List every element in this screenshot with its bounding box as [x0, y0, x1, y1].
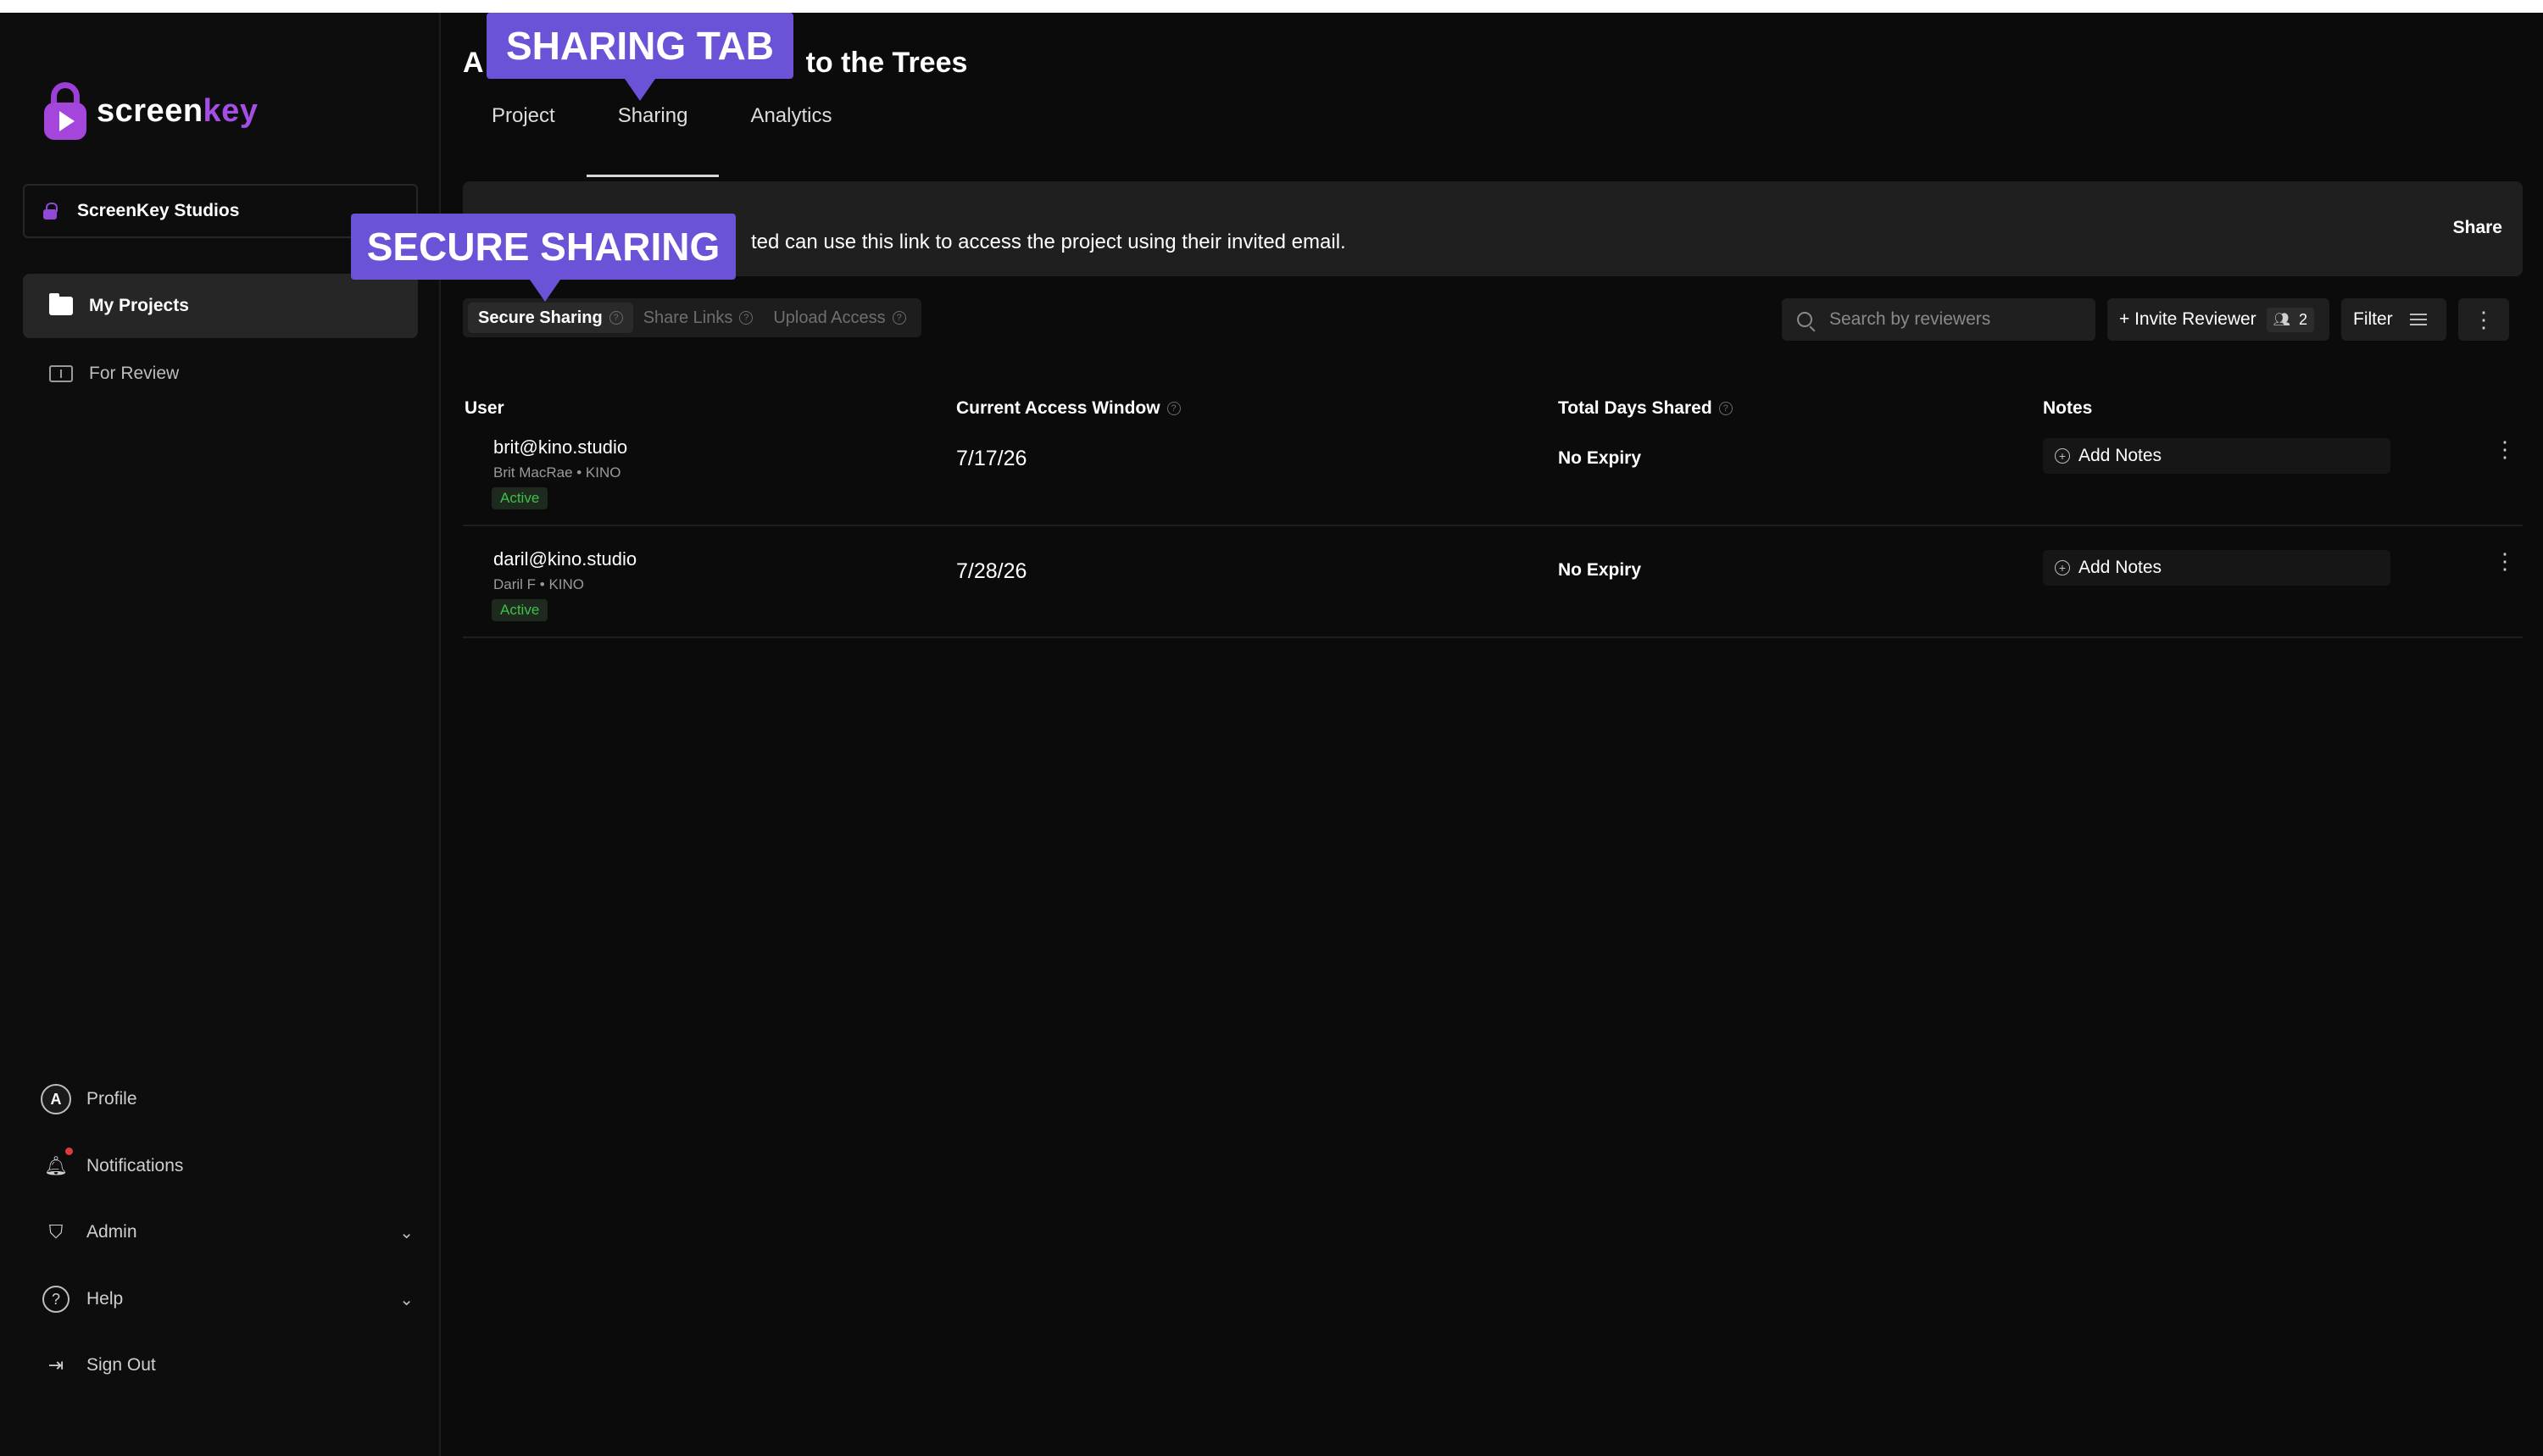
sidebar-item-notifications[interactable]: 🔔︎ Notifications [41, 1145, 414, 1187]
chevron-down-icon[interactable]: ⌄ [399, 1222, 414, 1243]
sidebar-item-help[interactable]: ? Help ⌄ [41, 1278, 414, 1320]
user-meta: Brit MacRae • KINO [493, 464, 621, 481]
add-notes-label: Add Notes [2078, 446, 2162, 465]
status-badge: Active [492, 599, 548, 621]
sidebar-item-label: Sign Out [86, 1355, 156, 1375]
sidebar-item-my-projects[interactable]: My Projects [23, 274, 418, 338]
tab-bar: Project Sharing Analytics [463, 104, 863, 177]
sidebar-item-profile[interactable]: A Profile [41, 1078, 414, 1120]
sidebar-item-label: For Review [89, 364, 180, 383]
callout-sharing-tab: SHARING TAB [487, 13, 793, 101]
plus-icon: + [2055, 448, 2070, 464]
filter-button[interactable]: Filter [2341, 298, 2446, 341]
callout-secure-sharing: SECURE SHARING [351, 214, 736, 302]
filter-label: Filter [2353, 309, 2393, 329]
main-content: Ato the Trees Project Sharing Analytics … [442, 13, 2543, 1456]
sidebar-item-for-review[interactable]: For Review [23, 342, 418, 406]
status-badge: Active [492, 487, 548, 509]
help-icon: ? [42, 1286, 70, 1313]
column-header-user: User [465, 398, 504, 419]
info-icon[interactable]: ? [1718, 402, 1733, 415]
plus-icon: + [2055, 560, 2070, 575]
sharing-subtabs: Secure Sharing? Share Links? Upload Acce… [463, 298, 921, 337]
subtab-label: Secure Sharing [478, 308, 603, 327]
invite-reviewer-label: + Invite Reviewer [2119, 309, 2256, 329]
more-options-button[interactable]: ⋮ [2458, 298, 2509, 341]
reviewer-count: 2 [2298, 310, 2307, 328]
info-icon[interactable]: ? [609, 311, 623, 325]
sidebar-item-admin[interactable]: ⛉ Admin ⌄ [41, 1211, 414, 1253]
invite-reviewer-button[interactable]: + Invite Reviewer 👥︎ 2 [2107, 298, 2329, 341]
list-icon [2409, 314, 2427, 325]
logo-text-screen: screen [97, 92, 203, 129]
add-notes-button[interactable]: + Add Notes [2043, 550, 2390, 586]
page-title-prefix: A [463, 47, 484, 79]
subtab-label: Share Links [643, 308, 733, 327]
column-header-label: Current Access Window [956, 398, 1160, 418]
sign-out-icon: ⇥ [47, 1354, 64, 1375]
row-divider [463, 525, 2523, 526]
bell-icon: 🔔︎ [41, 1148, 73, 1181]
users-icon: 👥︎ [2273, 313, 2290, 327]
page-title-suffix: to the Trees [805, 47, 968, 79]
org-name: ScreenKey Studios [77, 201, 240, 220]
access-window-date: 7/17/26 [956, 447, 1027, 470]
user-email: daril@kino.studio [493, 548, 637, 570]
subtab-secure-sharing[interactable]: Secure Sharing? [468, 303, 633, 333]
tab-project[interactable]: Project [463, 104, 587, 160]
info-icon[interactable]: ? [892, 311, 906, 325]
search-icon [1797, 312, 1812, 327]
share-banner: ted can use this link to access the proj… [463, 181, 2523, 276]
avatar: A [41, 1084, 71, 1114]
column-header-total-days: Total Days Shared? [1558, 398, 1733, 419]
logo-text-key: key [203, 92, 259, 129]
info-icon[interactable]: ? [739, 311, 754, 325]
user-email: brit@kino.studio [493, 436, 628, 458]
lock-icon [43, 203, 58, 220]
column-header-notes: Notes [2043, 398, 2092, 419]
sidebar-item-sign-out[interactable]: ⇥ Sign Out [41, 1344, 414, 1387]
user-meta: Daril F • KINO [493, 576, 585, 592]
column-header-label: Notes [2043, 398, 2093, 418]
column-header-label: Total Days Shared [1558, 398, 1712, 418]
sidebar-item-label: Profile [86, 1089, 137, 1109]
sidebar-item-label: Notifications [86, 1156, 184, 1175]
column-header-access-window: Current Access Window? [956, 398, 1181, 419]
tab-sharing[interactable]: Sharing [586, 104, 720, 177]
add-notes-button[interactable]: + Add Notes [2043, 438, 2390, 474]
row-divider [463, 636, 2523, 638]
row-menu-button[interactable]: ⋮ [2494, 548, 2516, 575]
app-window: screenkey ScreenKey Studios My Projects … [0, 13, 2543, 1456]
info-icon[interactable]: ? [1166, 402, 1181, 415]
add-notes-label: Add Notes [2078, 558, 2162, 577]
row-menu-button[interactable]: ⋮ [2494, 436, 2516, 463]
days-shared-value: No Expiry [1558, 560, 1642, 580]
access-window-date: 7/28/26 [956, 559, 1027, 583]
tab-analytics[interactable]: Analytics [719, 104, 863, 160]
banner-text: ted can use this link to access the proj… [751, 231, 1346, 253]
sidebar-item-label: Admin [86, 1222, 137, 1242]
subtab-share-links[interactable]: Share Links? [633, 303, 764, 333]
sidebar-item-label: My Projects [89, 296, 189, 315]
column-header-label: User [465, 398, 504, 418]
subtab-label: Upload Access [773, 308, 886, 327]
logo[interactable]: screenkey [44, 82, 258, 140]
days-shared-value: No Expiry [1558, 448, 1642, 468]
review-icon [48, 364, 74, 384]
subtab-upload-access[interactable]: Upload Access? [763, 303, 915, 333]
lock-play-icon [44, 82, 86, 140]
reviewer-count-badge: 👥︎ 2 [2266, 307, 2314, 332]
search-box [1782, 298, 2095, 341]
folder-icon [48, 293, 74, 316]
kebab-icon: ⋮ [2473, 306, 2495, 332]
search-input[interactable] [1829, 309, 2075, 330]
chevron-down-icon[interactable]: ⌄ [399, 1289, 414, 1310]
logo-text: screenkey [97, 93, 258, 130]
sidebar-item-label: Help [86, 1289, 124, 1309]
share-button[interactable]: Share [2453, 218, 2502, 238]
shield-icon: ⛉ [48, 1221, 64, 1242]
